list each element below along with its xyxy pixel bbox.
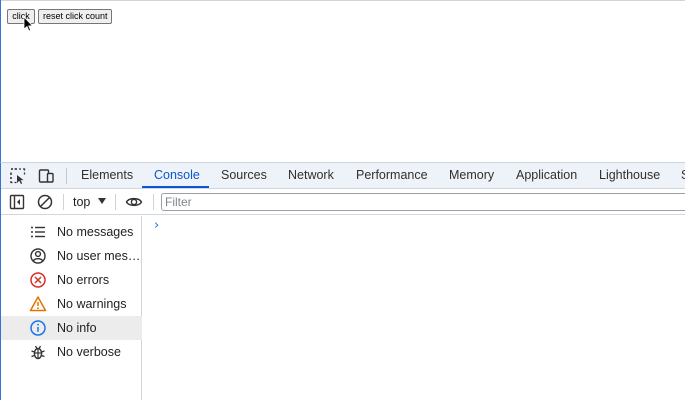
sidebar-item-label: No errors bbox=[57, 273, 110, 287]
devtools-tabbar: Elements Console Sources Network Perform… bbox=[1, 163, 685, 189]
filter-input[interactable] bbox=[161, 193, 685, 211]
sidebar-item-info[interactable]: No info bbox=[1, 316, 142, 340]
inspect-element-icon[interactable] bbox=[9, 167, 27, 185]
chevron-down-icon[interactable] bbox=[98, 198, 106, 204]
reset-click-count-button[interactable]: reset click count bbox=[38, 9, 112, 24]
console-prompt[interactable]: › bbox=[154, 218, 159, 233]
console-sidebar: No messages No user messages No errors bbox=[1, 216, 142, 400]
page-viewport: click reset click count bbox=[0, 0, 685, 162]
sidebar-item-label: No messages bbox=[57, 225, 134, 239]
mouse-cursor-icon bbox=[23, 17, 33, 32]
tab-overflow[interactable]: S bbox=[681, 163, 685, 189]
viewport-top-border bbox=[1, 0, 685, 1]
warning-icon bbox=[29, 296, 47, 312]
sidebar-item-label: No user messages bbox=[57, 249, 142, 263]
context-selector[interactable]: top bbox=[73, 189, 90, 215]
device-toolbar-icon[interactable] bbox=[37, 167, 55, 185]
tab-performance[interactable]: Performance bbox=[356, 163, 428, 189]
clear-console-icon[interactable] bbox=[36, 193, 54, 211]
eye-icon[interactable] bbox=[125, 193, 143, 211]
error-icon bbox=[30, 272, 46, 288]
console-output[interactable]: › bbox=[143, 216, 685, 400]
tab-lighthouse[interactable]: Lighthouse bbox=[599, 163, 660, 189]
sidebar-item-verbose[interactable]: No verbose bbox=[1, 340, 142, 364]
sidebar-item-user-messages[interactable]: No user messages bbox=[1, 244, 142, 268]
tabbar-separator bbox=[66, 168, 67, 184]
toolbar-separator bbox=[153, 194, 154, 210]
info-icon bbox=[30, 320, 46, 336]
console-toolbar: top bbox=[1, 189, 685, 215]
tab-network[interactable]: Network bbox=[288, 163, 334, 189]
sidebar-item-errors[interactable]: No errors bbox=[1, 268, 142, 292]
tab-elements[interactable]: Elements bbox=[81, 163, 133, 189]
sidebar-item-warnings[interactable]: No warnings bbox=[1, 292, 142, 316]
devtools-panel: Elements Console Sources Network Perform… bbox=[0, 162, 685, 400]
sidebar-toggle-icon[interactable] bbox=[8, 193, 26, 211]
list-icon bbox=[31, 226, 45, 238]
toolbar-separator bbox=[115, 194, 116, 210]
user-icon bbox=[30, 248, 46, 264]
sidebar-item-messages[interactable]: No messages bbox=[1, 220, 142, 244]
sidebar-item-label: No info bbox=[57, 321, 97, 335]
tab-memory[interactable]: Memory bbox=[449, 163, 494, 189]
tab-application[interactable]: Application bbox=[516, 163, 577, 189]
sidebar-item-label: No verbose bbox=[57, 345, 121, 359]
active-tab-indicator bbox=[142, 186, 209, 188]
tab-sources[interactable]: Sources bbox=[221, 163, 267, 189]
sidebar-item-label: No warnings bbox=[57, 297, 127, 311]
toolbar-separator bbox=[63, 194, 64, 210]
bug-icon bbox=[31, 345, 45, 360]
